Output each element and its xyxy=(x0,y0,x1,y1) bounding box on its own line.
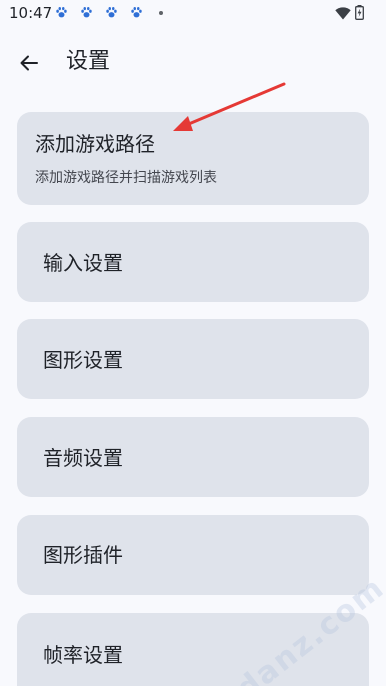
settings-item-graphics-plugins[interactable]: 图形插件 xyxy=(17,515,369,595)
settings-item-title: 添加游戏路径 xyxy=(35,132,155,156)
settings-screen: 10:47 设置 添加游戏路径 添加游戏路径并扫描游戏列表 输入设置 图形设置 … xyxy=(0,0,386,686)
settings-item-title: 音频设置 xyxy=(43,446,123,470)
paw-icon xyxy=(81,7,92,18)
status-bar: 10:47 xyxy=(0,0,386,28)
arrow-left-icon xyxy=(20,55,38,71)
back-button[interactable] xyxy=(14,48,44,78)
settings-item-title: 输入设置 xyxy=(43,251,123,275)
system-icons xyxy=(335,5,364,20)
settings-item-subtitle: 添加游戏路径并扫描游戏列表 xyxy=(35,170,217,186)
paw-icon xyxy=(131,7,142,18)
settings-item-add-game-path[interactable]: 添加游戏路径 添加游戏路径并扫描游戏列表 xyxy=(17,112,369,205)
paw-icon xyxy=(56,7,67,18)
settings-item-title: 图形插件 xyxy=(43,543,123,567)
notification-icons xyxy=(55,6,163,19)
dot-icon xyxy=(159,10,163,15)
page-title: 设置 xyxy=(66,49,111,74)
settings-item-audio[interactable]: 音频设置 xyxy=(17,417,369,497)
app-bar: 设置 xyxy=(0,40,386,84)
settings-item-title: 帧率设置 xyxy=(43,643,123,667)
settings-item-input[interactable]: 输入设置 xyxy=(17,222,369,302)
settings-item-title: 图形设置 xyxy=(43,348,123,372)
wifi-icon xyxy=(335,6,351,19)
paw-icon xyxy=(106,7,117,18)
settings-item-graphics[interactable]: 图形设置 xyxy=(17,319,369,399)
status-time: 10:47 xyxy=(9,4,53,22)
battery-charging-icon xyxy=(355,5,364,20)
settings-item-frame-rate[interactable]: 帧率设置 xyxy=(17,613,369,686)
